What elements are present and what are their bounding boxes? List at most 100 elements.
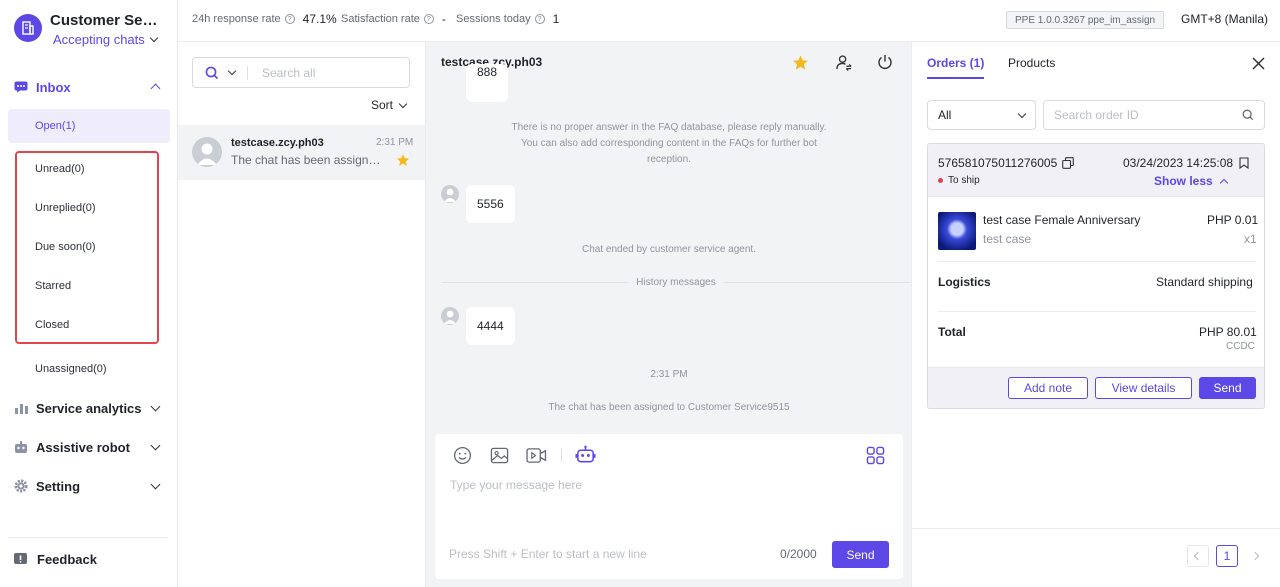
highlight-annotation-box — [15, 151, 159, 344]
building-icon — [22, 21, 34, 35]
pagination-prev[interactable] — [1187, 545, 1209, 567]
order-card-header: 576581075011276005 03/24/2023 14:25:08 T… — [928, 144, 1264, 197]
sidebar-divider — [8, 537, 168, 538]
pagination-next[interactable] — [1244, 545, 1266, 567]
divider-line — [723, 282, 911, 283]
metric-value: - — [441, 12, 446, 26]
total-value: PHP 80.01 — [1199, 325, 1257, 339]
divider — [938, 311, 1256, 312]
product-quantity: x1 — [1244, 232, 1257, 246]
order-filter-value: All — [938, 108, 952, 122]
feedback-link[interactable]: Feedback — [14, 552, 97, 567]
message-input[interactable] — [450, 478, 890, 538]
feedback-label: Feedback — [37, 552, 97, 567]
user-avatar-icon — [197, 143, 217, 165]
chevron-up-icon — [150, 83, 161, 94]
avatar — [441, 307, 459, 325]
apps-grid-icon[interactable] — [864, 444, 886, 466]
message-bubble: 888 — [466, 64, 509, 102]
send-message-button[interactable]: Send — [832, 541, 889, 568]
power-end-chat-icon[interactable] — [876, 53, 894, 71]
chevron-down-icon — [1017, 109, 1027, 118]
gear-icon — [14, 479, 28, 493]
order-id-text: 576581075011276005 — [938, 156, 1058, 170]
order-status-text: To ship — [948, 175, 980, 186]
star-icon[interactable] — [791, 53, 809, 71]
order-status-filter[interactable]: All — [927, 100, 1036, 130]
bookmark-icon[interactable] — [1239, 157, 1249, 169]
inbox-item-unassigned[interactable]: Unassigned(0) — [8, 352, 170, 386]
send-order-button[interactable]: Send — [1199, 377, 1256, 399]
nav-inbox[interactable]: Inbox — [0, 69, 177, 105]
image-icon[interactable] — [488, 444, 510, 466]
divider — [938, 261, 1256, 262]
order-date: 03/24/2023 14:25:08 — [1123, 156, 1249, 170]
status-dot — [938, 178, 943, 183]
nav-setting-label: Setting — [36, 478, 81, 494]
search-icon[interactable] — [1242, 109, 1254, 121]
agent-status-dropdown[interactable]: Accepting chats — [53, 32, 159, 47]
nav-service-analytics[interactable]: Service analytics — [0, 390, 177, 426]
chevron-right-icon — [1250, 551, 1260, 561]
order-status: To ship — [938, 175, 980, 186]
nav-assistive-robot-label: Assistive robot — [36, 439, 130, 455]
metric-value: 47.1% — [302, 12, 337, 26]
order-search-input[interactable] — [1054, 108, 1224, 122]
metric-label: Satisfaction rate — [341, 13, 420, 25]
chat-list-panel: Sort testcase.zcy.ph03 2:31 PM The chat … — [178, 42, 426, 587]
metric-response-rate: 24h response rate ? 47.1% — [192, 12, 337, 26]
order-id: 576581075011276005 — [938, 156, 1075, 170]
star-icon[interactable] — [396, 153, 410, 170]
help-icon[interactable]: ? — [284, 14, 295, 24]
order-date-text: 03/24/2023 14:25:08 — [1123, 156, 1234, 170]
transfer-user-icon[interactable] — [835, 53, 853, 71]
chat-list-item[interactable]: testcase.zcy.ph03 2:31 PM The chat has b… — [178, 125, 425, 180]
search-divider — [247, 65, 248, 80]
orders-panel: Orders (1) Products All 5765810750112760… — [912, 42, 1280, 587]
order-card-actions: Add note View details Send — [928, 367, 1264, 408]
help-icon[interactable]: ? — [534, 14, 545, 24]
chat-search-input[interactable] — [262, 65, 392, 80]
pagination-page-current[interactable]: 1 — [1216, 545, 1238, 567]
app-logo — [14, 14, 42, 42]
chevron-down-icon — [150, 440, 161, 451]
user-avatar-icon — [444, 188, 456, 202]
chevron-down-icon — [149, 33, 159, 43]
timezone-label[interactable]: GMT+8 (Manila) — [1181, 12, 1268, 26]
message-bubble: 4444 — [466, 307, 515, 345]
view-details-button[interactable]: View details — [1095, 377, 1192, 399]
feedback-icon — [14, 553, 27, 564]
chevron-down-icon[interactable] — [227, 66, 237, 76]
toolbar-divider — [561, 448, 562, 462]
product-thumbnail — [938, 212, 976, 250]
add-note-button[interactable]: Add note — [1008, 377, 1088, 399]
order-search-box — [1043, 100, 1265, 130]
metric-sessions-today: Sessions today ? 1 — [456, 12, 559, 26]
nav-service-analytics-label: Service analytics — [36, 400, 142, 416]
product-variant: test case — [983, 232, 1032, 246]
video-icon[interactable] — [525, 444, 547, 466]
tab-orders[interactable]: Orders (1) — [927, 56, 985, 79]
robot-icon[interactable] — [574, 444, 596, 466]
conversation-panel: testcase.zcy.ph03 888 There is no proper… — [426, 42, 912, 587]
close-icon[interactable] — [1252, 57, 1265, 73]
chevron-down-icon — [150, 479, 161, 490]
chevron-left-icon — [1193, 551, 1203, 561]
help-icon[interactable]: ? — [423, 14, 434, 24]
history-label: History messages — [636, 277, 716, 288]
product-price: PHP 0.01 — [1207, 213, 1259, 227]
sort-dropdown[interactable]: Sort — [371, 98, 408, 112]
copy-icon[interactable] — [1062, 157, 1075, 169]
product-name: test case Female Anniversary — [983, 213, 1141, 227]
environment-badge: PPE 1.0.0.3267 ppe_im_assign — [1006, 11, 1165, 29]
nav-setting[interactable]: Setting — [0, 468, 177, 504]
search-icon[interactable] — [205, 66, 219, 80]
divider-line — [441, 282, 629, 283]
inbox-item-open[interactable]: Open(1) — [8, 109, 170, 143]
nav-assistive-robot[interactable]: Assistive robot — [0, 429, 177, 465]
emoji-icon[interactable] — [451, 444, 473, 466]
message-bubble: 5556 — [466, 185, 515, 223]
tab-products[interactable]: Products — [1008, 56, 1055, 77]
chat-search-box — [192, 57, 410, 88]
show-less-toggle[interactable]: Show less — [1154, 174, 1228, 188]
